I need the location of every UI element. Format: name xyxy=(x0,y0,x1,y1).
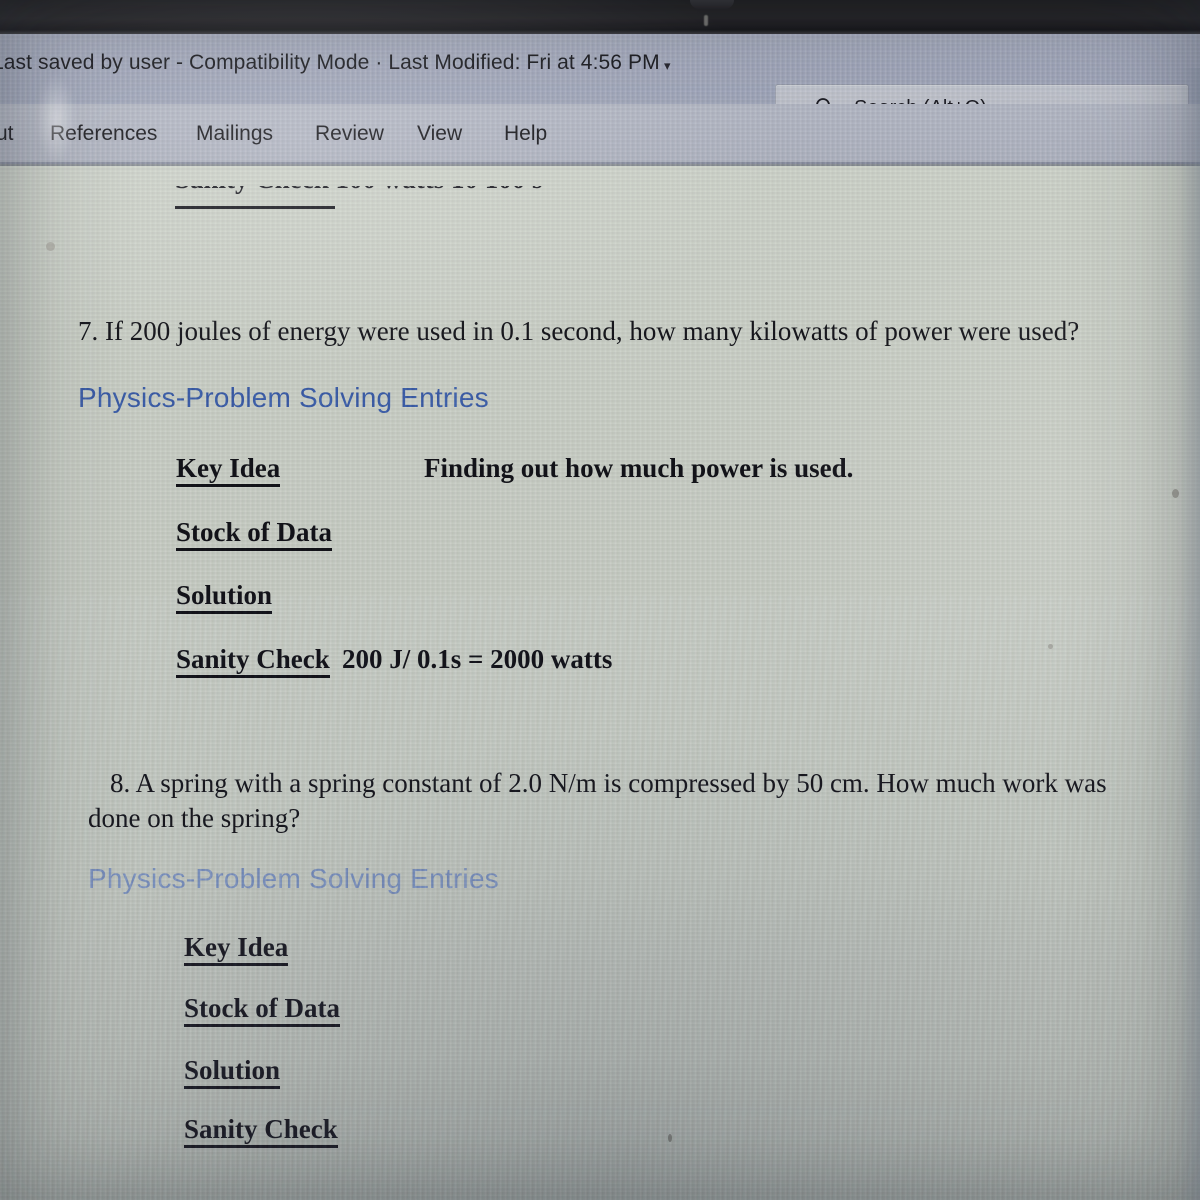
document-title-status: Last saved by user - Compatibility Mode … xyxy=(0,51,660,74)
q7-sanity-check-value: 200 J/ 0.1s = 2000 watts xyxy=(342,644,613,674)
q8-solution-label: Solution xyxy=(184,1055,281,1089)
question-8-heading: Physics-Problem Solving Entries xyxy=(88,863,499,894)
bezel-notch xyxy=(690,0,734,9)
question-7-text: 7. If 200 joules of energy were used in … xyxy=(78,316,1080,346)
bezel-dust-speck xyxy=(704,15,708,26)
q8-stock-of-data-label: Stock of Data xyxy=(184,993,340,1027)
q7-sanity-check-label: Sanity Check xyxy=(176,644,330,678)
ribbon-tab-bar: ut References Mailings Review View Help xyxy=(0,104,1200,164)
question-8-text: 8. A spring with a spring constant of 2.… xyxy=(88,768,1107,833)
monitor-photo: Last saved by user - Compatibility Mode … xyxy=(0,0,1200,1200)
tab-mailings[interactable]: Mailings xyxy=(196,122,273,146)
q8-key-idea-label: Key Idea xyxy=(184,932,289,966)
q7-solution-label: Solution xyxy=(176,580,273,614)
tab-view[interactable]: View xyxy=(417,122,462,146)
tab-references[interactable]: References xyxy=(50,122,157,146)
clipped-previous-line-underline xyxy=(175,206,335,209)
screen-area: Last saved by user - Compatibility Mode … xyxy=(0,34,1200,1200)
q8-sanity-check-label: Sanity Check xyxy=(184,1114,338,1148)
title-dropdown-caret-icon[interactable]: ▾ xyxy=(664,58,671,74)
document-page[interactable]: Sanity Check 100 watts 10 100 s 7. If 20… xyxy=(0,166,1200,1200)
tab-layout-clipped[interactable]: ut xyxy=(0,122,14,146)
moire-diagonal-overlay xyxy=(0,596,1200,1200)
monitor-bezel xyxy=(0,0,1200,34)
tab-review[interactable]: Review xyxy=(315,122,384,146)
tab-help[interactable]: Help xyxy=(504,122,547,146)
q7-key-idea-value: Finding out how much power is used. xyxy=(424,453,854,483)
clipped-previous-line: Sanity Check 100 watts 10 100 s xyxy=(175,186,565,208)
q7-stock-of-data-label: Stock of Data xyxy=(176,517,332,551)
q7-key-idea-label: Key Idea xyxy=(176,453,281,487)
question-7-heading: Physics-Problem Solving Entries xyxy=(78,382,489,413)
